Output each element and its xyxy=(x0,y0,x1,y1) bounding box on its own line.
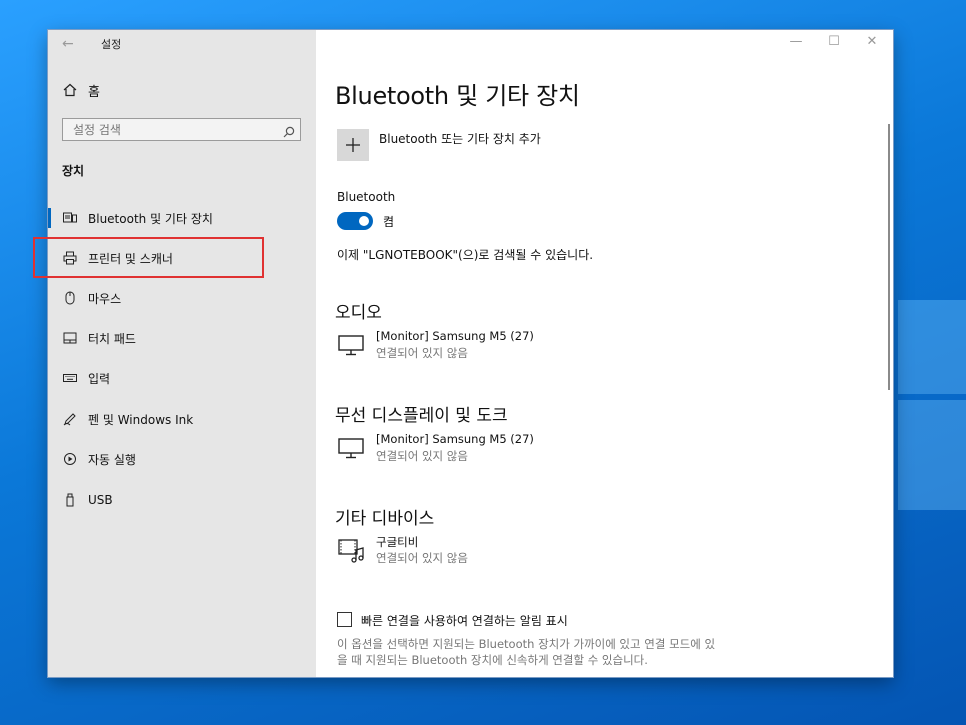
swift-pair-checkbox[interactable] xyxy=(337,612,352,627)
touchpad-icon xyxy=(62,330,78,346)
monitor-icon xyxy=(337,436,367,462)
desktop-light-pane xyxy=(898,400,966,510)
sidebar-item-label: 터치 패드 xyxy=(88,331,136,346)
search-input[interactable] xyxy=(71,122,275,138)
sidebar-item-touchpad[interactable]: 터치 패드 xyxy=(48,323,316,353)
page-title: Bluetooth 및 기타 장치 xyxy=(335,82,580,110)
annotation-highlight-box xyxy=(33,237,264,278)
other-devices-heading: 기타 디바이스 xyxy=(335,509,435,529)
app-title: 설정 xyxy=(101,38,122,51)
device-name: [Monitor] Samsung M5 (27) xyxy=(376,329,534,343)
bluetooth-devices-icon xyxy=(62,210,78,226)
sidebar-item-home[interactable]: 홈 xyxy=(48,75,316,105)
keyboard-icon xyxy=(62,370,78,386)
audio-heading: 오디오 xyxy=(335,303,382,323)
back-button[interactable]: ← xyxy=(62,36,74,52)
sidebar-item-label: 입력 xyxy=(88,371,111,386)
maximize-button[interactable]: ☐ xyxy=(824,34,844,49)
monitor-icon xyxy=(337,333,367,359)
plus-icon xyxy=(346,138,360,152)
sidebar-item-label: 마우스 xyxy=(88,291,122,306)
search-box[interactable] xyxy=(62,118,301,141)
minimize-button[interactable]: — xyxy=(786,34,806,49)
sidebar-item-autoplay[interactable]: 자동 실행 xyxy=(48,444,316,474)
sidebar-item-label: Bluetooth 및 기타 장치 xyxy=(88,211,213,226)
swift-pair-description: 이 옵션을 선택하면 지원되는 Bluetooth 장치가 가까이에 있고 연결… xyxy=(337,637,716,667)
autoplay-icon xyxy=(62,451,78,467)
sidebar-item-label: 홈 xyxy=(88,84,100,100)
sidebar-item-bluetooth[interactable]: Bluetooth 및 기타 장치 xyxy=(48,203,316,233)
search-icon[interactable] xyxy=(283,123,295,142)
add-device-button[interactable] xyxy=(337,129,369,161)
sidebar-item-label: 펜 및 Windows Ink xyxy=(88,412,194,427)
sidebar: ← 설정 홈 장치 Bluetooth 및 기타 장치 프린 xyxy=(48,30,316,677)
sidebar-item-typing[interactable]: 입력 xyxy=(48,363,316,393)
device-status: 연결되어 있지 않음 xyxy=(376,346,468,360)
pen-icon xyxy=(62,411,78,427)
sidebar-item-mouse[interactable]: 마우스 xyxy=(48,283,316,313)
device-status: 연결되어 있지 않음 xyxy=(376,551,468,565)
wireless-heading: 무선 디스플레이 및 도크 xyxy=(335,406,508,426)
bluetooth-toggle[interactable] xyxy=(337,212,373,230)
close-button[interactable]: ✕ xyxy=(862,34,882,49)
swift-pair-label[interactable]: 빠른 연결을 사용하여 연결하는 알림 표시 xyxy=(361,612,568,629)
toggle-knob xyxy=(359,216,369,226)
home-icon xyxy=(62,82,78,98)
bluetooth-state: 켬 xyxy=(383,215,395,229)
scrollbar[interactable] xyxy=(888,124,890,390)
desktop-light-pane xyxy=(898,300,966,394)
media-device-icon xyxy=(337,538,367,564)
sidebar-item-label: 자동 실행 xyxy=(88,452,136,467)
device-name: 구글티비 xyxy=(376,535,419,549)
settings-window: ← 설정 홈 장치 Bluetooth 및 기타 장치 프린 xyxy=(33,30,893,677)
sidebar-item-usb[interactable]: USB xyxy=(48,485,316,515)
mouse-icon xyxy=(62,290,78,306)
bluetooth-label: Bluetooth xyxy=(337,190,396,204)
usb-icon xyxy=(62,492,78,508)
device-name: [Monitor] Samsung M5 (27) xyxy=(376,432,534,446)
add-device-label[interactable]: Bluetooth 또는 기타 장치 추가 xyxy=(379,130,541,147)
discoverable-text: 이제 "LGNOTEBOOK"(으)로 검색될 수 있습니다. xyxy=(337,248,594,262)
sidebar-item-pen[interactable]: 펜 및 Windows Ink xyxy=(48,404,316,434)
sidebar-item-label: USB xyxy=(88,493,113,507)
section-title: 장치 xyxy=(62,164,85,178)
main-content: — ☐ ✕ Bluetooth 및 기타 장치 Bluetooth 또는 기타 … xyxy=(316,30,893,677)
device-status: 연결되어 있지 않음 xyxy=(376,449,468,463)
